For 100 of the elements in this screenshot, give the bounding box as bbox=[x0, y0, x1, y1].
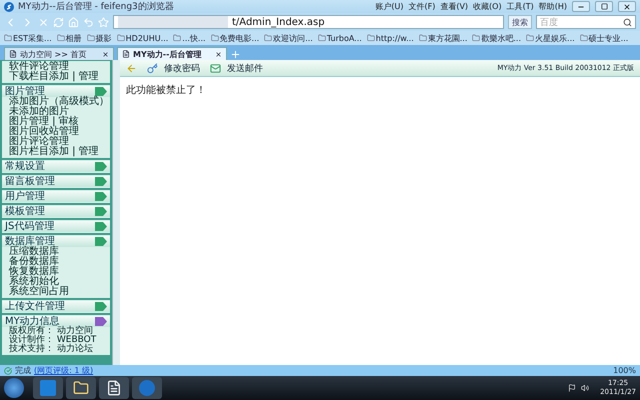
flag-icon[interactable] bbox=[568, 384, 576, 392]
info-text: 技术支持： 动力论坛 bbox=[8, 345, 94, 354]
folder-icon bbox=[4, 34, 12, 42]
sidebar-header[interactable]: 上传文件管理 bbox=[2, 301, 110, 312]
section-icon bbox=[95, 87, 107, 96]
taskbar-button[interactable] bbox=[66, 377, 96, 399]
folder-icon bbox=[56, 34, 65, 42]
status-text: 完成 bbox=[15, 365, 31, 376]
section-icon bbox=[95, 237, 107, 246]
address-field[interactable]: t/Admin_Index.asp bbox=[113, 15, 504, 29]
close-tab-icon[interactable] bbox=[102, 50, 109, 58]
sidebar-header[interactable]: 数据库管理 bbox=[2, 236, 110, 247]
page-icon bbox=[9, 50, 17, 58]
bookmark-label[interactable]: 火星娱乐... bbox=[535, 32, 575, 44]
sidebar-header[interactable]: 用户管理 bbox=[2, 191, 110, 202]
menu-item[interactable]: 文件(F) bbox=[408, 1, 436, 12]
bookmark-label[interactable]: http://w... bbox=[376, 34, 414, 42]
menu-item[interactable]: 账户(U) bbox=[375, 1, 404, 12]
new-tab-icon[interactable] bbox=[230, 49, 241, 60]
refresh-icon[interactable] bbox=[53, 16, 64, 28]
rating-link[interactable]: (网页评级: 1 级) bbox=[34, 365, 94, 376]
sidebar-header[interactable]: 留言板管理 bbox=[2, 176, 110, 187]
tab-label[interactable]: 动力空间 >> 首页 bbox=[20, 48, 99, 60]
folder-icon bbox=[580, 34, 588, 42]
window-title: MY动力--后台管理 - feifeng3的浏览器 bbox=[18, 0, 174, 13]
section-icon bbox=[95, 222, 107, 231]
folder-icon bbox=[264, 34, 272, 42]
sidebar-link[interactable]: 图片回收站管理 bbox=[2, 127, 110, 137]
folder-icon bbox=[318, 34, 326, 42]
menu-item[interactable]: 收藏(O) bbox=[473, 1, 502, 12]
folder-icon bbox=[173, 34, 182, 42]
home-icon[interactable] bbox=[68, 16, 79, 28]
sidebar-link[interactable]: 软件评论管理 bbox=[2, 62, 110, 72]
zoom-text[interactable]: 100% bbox=[613, 366, 636, 375]
circle-icon bbox=[139, 380, 155, 396]
sidebar-link[interactable]: 添加图片（高级模式） bbox=[2, 97, 110, 107]
document-icon bbox=[106, 380, 122, 396]
section-icon bbox=[95, 317, 107, 326]
menu-item[interactable]: 帮助(H) bbox=[538, 1, 567, 12]
bookmark-label[interactable]: 摄影 bbox=[96, 32, 112, 44]
mail-icon bbox=[210, 62, 221, 74]
close-icon bbox=[623, 2, 631, 10]
folder-icon bbox=[526, 34, 534, 42]
toolbar-link[interactable]: 修改密码 bbox=[164, 62, 200, 74]
sidebar-link[interactable]: 备份数据库 bbox=[2, 257, 110, 267]
bookmark-label[interactable]: 相册 bbox=[66, 32, 82, 44]
search-button[interactable]: 搜索 bbox=[508, 15, 532, 29]
sidebar-link[interactable]: 未添加的图片 bbox=[2, 107, 110, 117]
section-icon bbox=[95, 162, 107, 171]
sidebar-header[interactable]: MY动力信息 bbox=[2, 316, 110, 327]
sidebar-link[interactable]: 图片评论管理 bbox=[2, 137, 110, 147]
browser-tab[interactable]: MY动力--后台管理 bbox=[117, 47, 227, 60]
close-tab-icon[interactable] bbox=[215, 50, 222, 58]
browser-tab[interactable]: 动力空间 >> 首页 bbox=[4, 47, 114, 60]
maximize-icon bbox=[600, 3, 608, 10]
undo-icon[interactable] bbox=[83, 16, 94, 28]
bookmark-label[interactable]: EST采集... bbox=[13, 32, 52, 44]
taskbar-button[interactable] bbox=[99, 377, 129, 399]
toolbar-link[interactable]: 发送邮件 bbox=[227, 62, 263, 74]
sidebar-link[interactable]: 图片栏目添加 | 管理 bbox=[2, 147, 110, 157]
maximize-button[interactable] bbox=[595, 1, 613, 12]
bookmark-label[interactable]: 歡樂水吧... bbox=[481, 32, 522, 44]
folder-icon bbox=[116, 34, 125, 42]
bookmark-label[interactable]: 免费电影... bbox=[220, 32, 260, 44]
bookmark-label[interactable]: ...快... bbox=[182, 32, 206, 44]
menu-item[interactable]: 查看(V) bbox=[440, 1, 468, 12]
sidebar-header[interactable]: 常规设置 bbox=[2, 161, 110, 172]
star-icon[interactable] bbox=[98, 16, 109, 28]
start-button[interactable] bbox=[4, 378, 24, 398]
sidebar-link[interactable]: 系统初始化 bbox=[2, 277, 110, 287]
key-icon bbox=[147, 62, 158, 74]
minimize-button[interactable] bbox=[572, 1, 590, 12]
sidebar-link[interactable]: 压缩数据库 bbox=[2, 247, 110, 257]
page-icon bbox=[122, 50, 130, 58]
section-icon bbox=[95, 302, 107, 311]
bookmark-label[interactable]: 東方花園... bbox=[428, 32, 468, 44]
sidebar-link[interactable]: 下载栏目添加 | 管理 bbox=[2, 72, 110, 82]
bookmark-label[interactable]: TurboA... bbox=[326, 34, 362, 42]
sidebar-header[interactable]: 模板管理 bbox=[2, 206, 110, 217]
close-button[interactable] bbox=[618, 1, 636, 12]
sidebar-header[interactable]: 图片管理 bbox=[2, 86, 110, 97]
sidebar-link[interactable]: 系统空间占用 bbox=[2, 287, 110, 297]
section-icon bbox=[95, 207, 107, 216]
volume-icon[interactable] bbox=[581, 384, 590, 392]
back-arrow-icon[interactable] bbox=[126, 62, 137, 74]
bookmark-label[interactable]: HD2UHU... bbox=[126, 34, 168, 42]
done-icon bbox=[4, 366, 12, 374]
menu-item[interactable]: 工具(T) bbox=[506, 1, 534, 12]
folder-icon bbox=[366, 34, 375, 42]
sidebar-link[interactable]: 恢复数据库 bbox=[2, 267, 110, 277]
message-text: 此功能被禁止了！ bbox=[126, 84, 207, 97]
bookmark-label[interactable]: 硕士专业... bbox=[588, 32, 628, 44]
search-icon bbox=[623, 18, 632, 26]
tab-label[interactable]: MY动力--后台管理 bbox=[133, 48, 212, 60]
bookmark-label[interactable]: 欢迎访问... bbox=[273, 32, 313, 44]
app-square-icon bbox=[40, 380, 56, 396]
sidebar-link[interactable]: 图片管理 | 审核 bbox=[2, 117, 110, 127]
stop-icon[interactable] bbox=[38, 16, 49, 28]
browser-logo-icon bbox=[4, 2, 14, 12]
sidebar-header[interactable]: JS代码管理 bbox=[2, 221, 110, 232]
